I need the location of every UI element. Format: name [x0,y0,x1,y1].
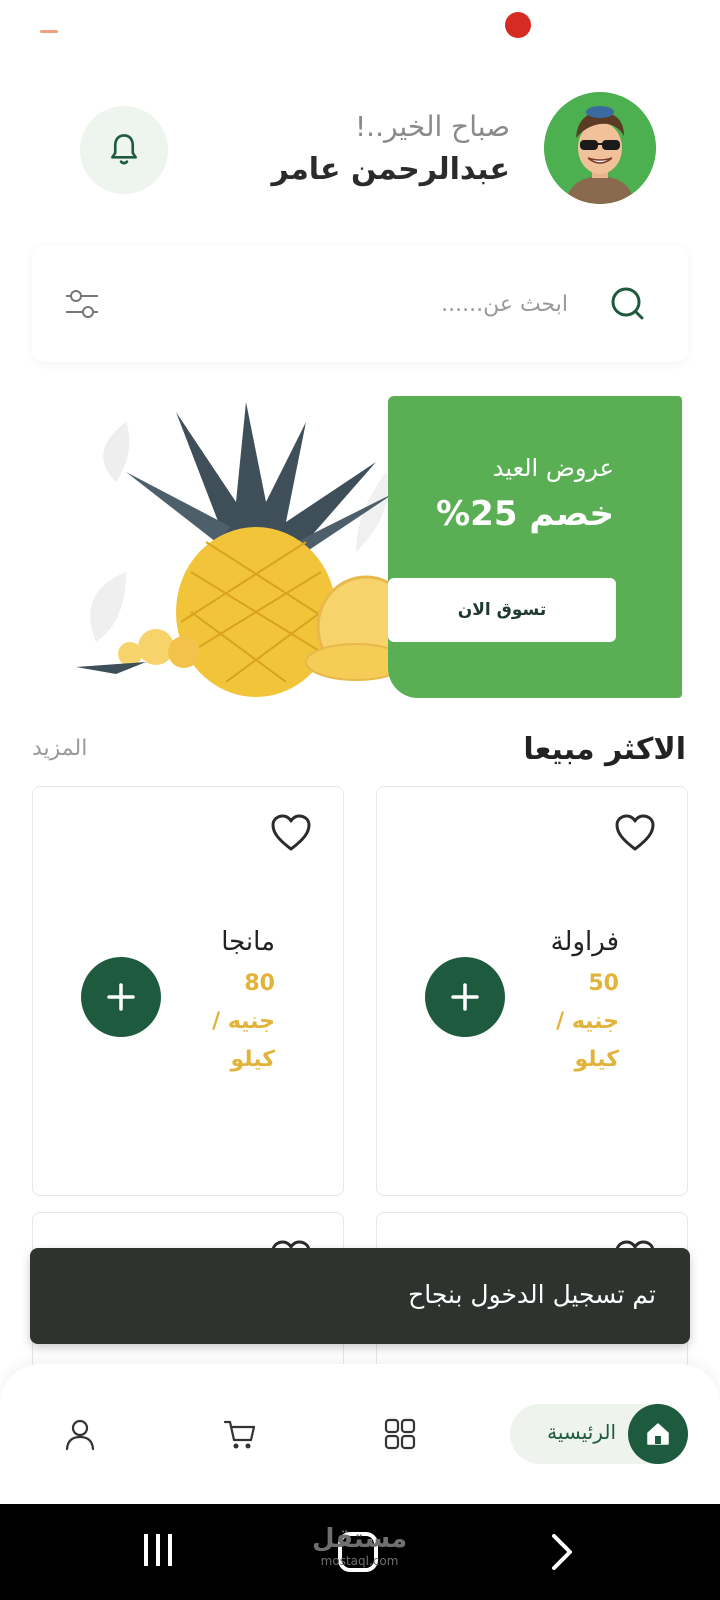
greeting-text: صباح الخير..! [354,110,510,143]
product-name: فراولة [550,927,619,957]
nav-home-label: الرئيسية [547,1420,616,1444]
promo-banner[interactable]: عروض العيد خصم 25% تسوق الان [32,392,682,702]
banner-title: خصم 25% [436,494,614,534]
product-price: 80 جنيه / كيلو [185,965,275,1079]
favorite-heart-icon[interactable] [613,813,657,853]
search-icon[interactable] [608,284,648,324]
chevron-right-icon[interactable] [548,1532,576,1572]
price-unit: جنيه / كيلو [212,1009,275,1072]
grid-icon[interactable] [382,1416,418,1452]
avatar-illustration-icon [544,92,656,204]
see-more-link[interactable]: المزيد [32,736,87,761]
recent-apps-icon[interactable] [140,1532,176,1568]
cart-icon[interactable] [222,1416,258,1452]
profile-icon[interactable] [62,1416,98,1452]
favorite-heart-icon[interactable] [269,813,313,853]
login-success-toast: تم تسجيل الدخول بنجاح [30,1248,690,1344]
bottom-navigation: الرئيسية [0,1364,720,1504]
shop-now-button[interactable]: تسوق الان [388,578,616,642]
search-input[interactable] [268,286,568,322]
banner-offer-panel: عروض العيد خصم 25% تسوق الان [388,396,682,698]
price-value: 50 [588,971,619,996]
add-to-cart-button[interactable] [425,957,505,1037]
price-unit: جنيه / كيلو [556,1009,619,1072]
system-navigation-bar: مستقل mostaql.com [0,1504,720,1600]
toast-message: تم تسجيل الدخول بنجاح [408,1280,656,1309]
plus-icon [107,983,135,1011]
status-indicator [40,30,58,33]
bell-icon [110,134,138,165]
best-sellers-title: الاكثر مبيعا [523,732,686,767]
product-card[interactable]: مانجا 80 جنيه / كيلو [32,786,344,1196]
product-name: مانجا [221,927,275,957]
nav-home-badge [628,1404,688,1464]
add-to-cart-button[interactable] [81,957,161,1037]
filter-settings-icon[interactable] [60,282,104,326]
pineapple-illustration-icon [76,402,416,697]
product-price: 50 جنيه / كيلو [529,965,619,1079]
notifications-button[interactable] [80,106,168,194]
price-value: 80 [244,971,275,996]
search-bar [32,246,688,362]
nav-home-tab[interactable]: الرئيسية [510,1404,688,1464]
user-name: عبدالرحمن عامر [271,152,510,187]
banner-subtitle: عروض العيد [492,454,614,482]
watermark-text: مستقل [312,1524,408,1554]
plus-icon [451,983,479,1011]
home-icon [647,1423,669,1445]
notification-dot-icon [505,12,531,38]
watermark-subtext: mostaql.com [320,1554,399,1568]
avatar[interactable] [544,92,656,204]
product-card[interactable]: فراولة 50 جنيه / كيلو [376,786,688,1196]
watermark: مستقل mostaql.com [312,1524,407,1568]
